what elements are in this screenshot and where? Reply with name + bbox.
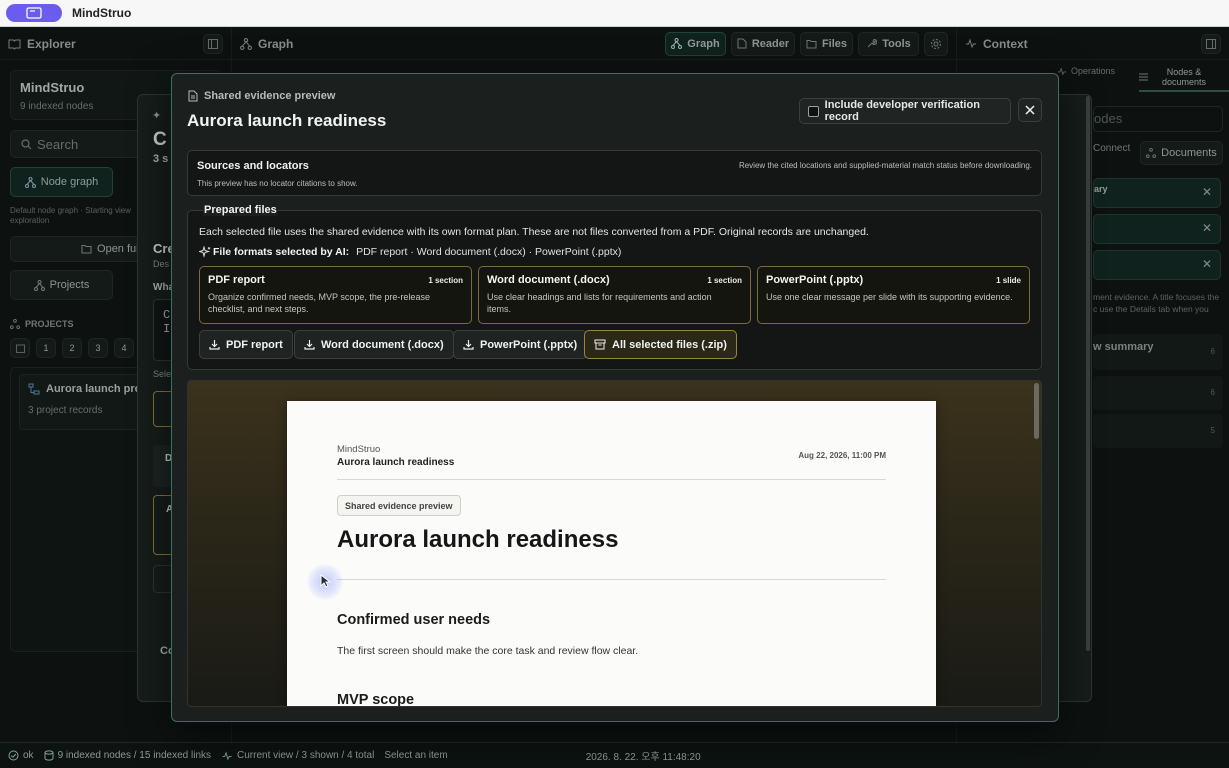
developer-record-toggle[interactable]: Include developer verification record: [799, 98, 1011, 124]
sparkle-icon: ✦: [152, 110, 162, 122]
format-card-pptx[interactable]: PowerPoint (.pptx) 1 slide Use one clear…: [757, 266, 1030, 324]
download-zip-button[interactable]: All selected files (.zip): [584, 330, 737, 359]
status-ok-label: ok: [23, 750, 34, 761]
download-pptx-label: PowerPoint (.pptx): [480, 338, 578, 351]
format-card-title: Word document (.docx): [487, 274, 610, 286]
sources-section: Sources and locators This preview has no…: [187, 150, 1042, 196]
format-card-docx[interactable]: Word document (.docx) 1 section Use clea…: [478, 266, 751, 324]
preview-paragraph: The first screen should make the core ta…: [337, 645, 639, 657]
dialog-title: Aurora launch readiness: [187, 111, 387, 130]
download-icon: [209, 340, 220, 350]
download-pdf-button[interactable]: PDF report: [199, 330, 293, 359]
pointer-icon: [320, 574, 332, 588]
preview-divider: [337, 479, 886, 480]
preview-heading: Confirmed user needs: [337, 612, 491, 628]
sources-subtitle: This preview has no locator citations to…: [197, 179, 358, 188]
close-dialog-button[interactable]: [1018, 98, 1042, 122]
document-preview[interactable]: MindStruo Aurora launch readiness Aug 22…: [187, 380, 1042, 707]
format-card-count: 1 section: [428, 276, 463, 285]
prepared-files-title: Prepared files: [203, 204, 278, 216]
status-view-label: Current view / 3 shown / 4 total: [237, 750, 375, 761]
dialog-eyebrow: Shared evidence preview: [188, 90, 335, 102]
ai-formats-label: File formats selected by AI:: [213, 246, 350, 258]
format-card-title: PDF report: [208, 274, 265, 286]
preview-subtitle: Aurora launch readiness: [337, 457, 455, 468]
ghost-sel: Sele: [153, 369, 172, 379]
preview-brand: MindStruo: [337, 444, 381, 455]
database-icon: [44, 750, 54, 761]
sources-title: Sources and locators: [197, 160, 309, 172]
status-view: Current view / 3 shown / 4 total: [221, 750, 374, 761]
preview-date: Aug 22, 2026, 11:00 PM: [798, 451, 886, 460]
ai-formats-value: PDF report · Word document (.docx) · Pow…: [356, 246, 622, 258]
download-pdf-label: PDF report: [226, 338, 283, 351]
check-circle-icon: [8, 750, 19, 761]
format-card-description: Use clear headings and lists for require…: [487, 292, 712, 314]
app-title: MindStruo: [72, 6, 132, 20]
status-datetime: 2026. 8. 22. 오후 11:48:20: [585, 752, 701, 763]
dialog-eyebrow-label: Shared evidence preview: [204, 90, 336, 102]
download-icon: [463, 340, 474, 350]
download-icon: [304, 340, 315, 350]
format-card-title: PowerPoint (.pptx): [766, 274, 864, 286]
status-bar: ok 9 indexed nodes / 15 indexed links Cu…: [0, 742, 1229, 768]
archive-icon: [594, 339, 606, 350]
window-icon: [26, 7, 42, 19]
status-select: Select an item: [384, 750, 448, 761]
preview-scrollbar[interactable]: [1034, 383, 1039, 439]
mouse-cursor: [307, 564, 343, 600]
close-icon: [1025, 105, 1035, 115]
download-zip-label: All selected files (.zip): [612, 338, 727, 351]
app-switcher-button[interactable]: [6, 4, 62, 22]
activity-icon: [222, 750, 232, 760]
format-card-pdf[interactable]: PDF report 1 section Organize confirmed …: [199, 266, 472, 324]
document-icon: [188, 90, 198, 102]
download-docx-label: Word document (.docx): [321, 338, 444, 351]
sparkle-icon: [199, 246, 211, 258]
preview-title: Aurora launch readiness: [337, 526, 619, 553]
ai-formats-line: File formats selected by AI: PDF report …: [199, 246, 621, 258]
background-scrollbar[interactable]: [1086, 96, 1090, 651]
download-docx-button[interactable]: Word document (.docx): [294, 330, 454, 359]
format-card-count: 1 section: [707, 276, 742, 285]
ghost-desc: Des: [153, 259, 170, 269]
title-bar: MindStruo: [0, 0, 1229, 27]
ghost-title: C: [153, 129, 167, 150]
format-card-description: Organize confirmed needs, MVP scope, the…: [208, 292, 430, 314]
share-preview-dialog: Shared evidence preview Aurora launch re…: [171, 73, 1059, 722]
preview-page: MindStruo Aurora launch readiness Aug 22…: [287, 401, 936, 707]
preview-badge: Shared evidence preview: [337, 495, 461, 516]
download-pptx-button[interactable]: PowerPoint (.pptx): [453, 330, 588, 359]
prepared-files-description: Each selected file uses the shared evide…: [199, 226, 869, 238]
status-ok: ok: [8, 750, 34, 761]
status-indexed-label: 9 indexed nodes / 15 indexed links: [57, 750, 212, 761]
preview-heading: MVP scope: [337, 692, 415, 707]
sources-note: Review the cited locations and supplied-…: [738, 161, 1032, 170]
developer-record-label: Include developer verification record: [824, 99, 980, 123]
ghost-sub: 3 s: [153, 153, 169, 165]
format-card-count: 1 slide: [996, 276, 1021, 285]
developer-record-checkbox[interactable]: [808, 105, 819, 117]
prepared-files-section: Prepared files Each selected file uses t…: [187, 204, 1042, 370]
format-card-description: Use one clear message per slide with its…: [766, 292, 1013, 302]
preview-divider: [337, 579, 886, 580]
status-indexed: 9 indexed nodes / 15 indexed links: [44, 750, 211, 761]
